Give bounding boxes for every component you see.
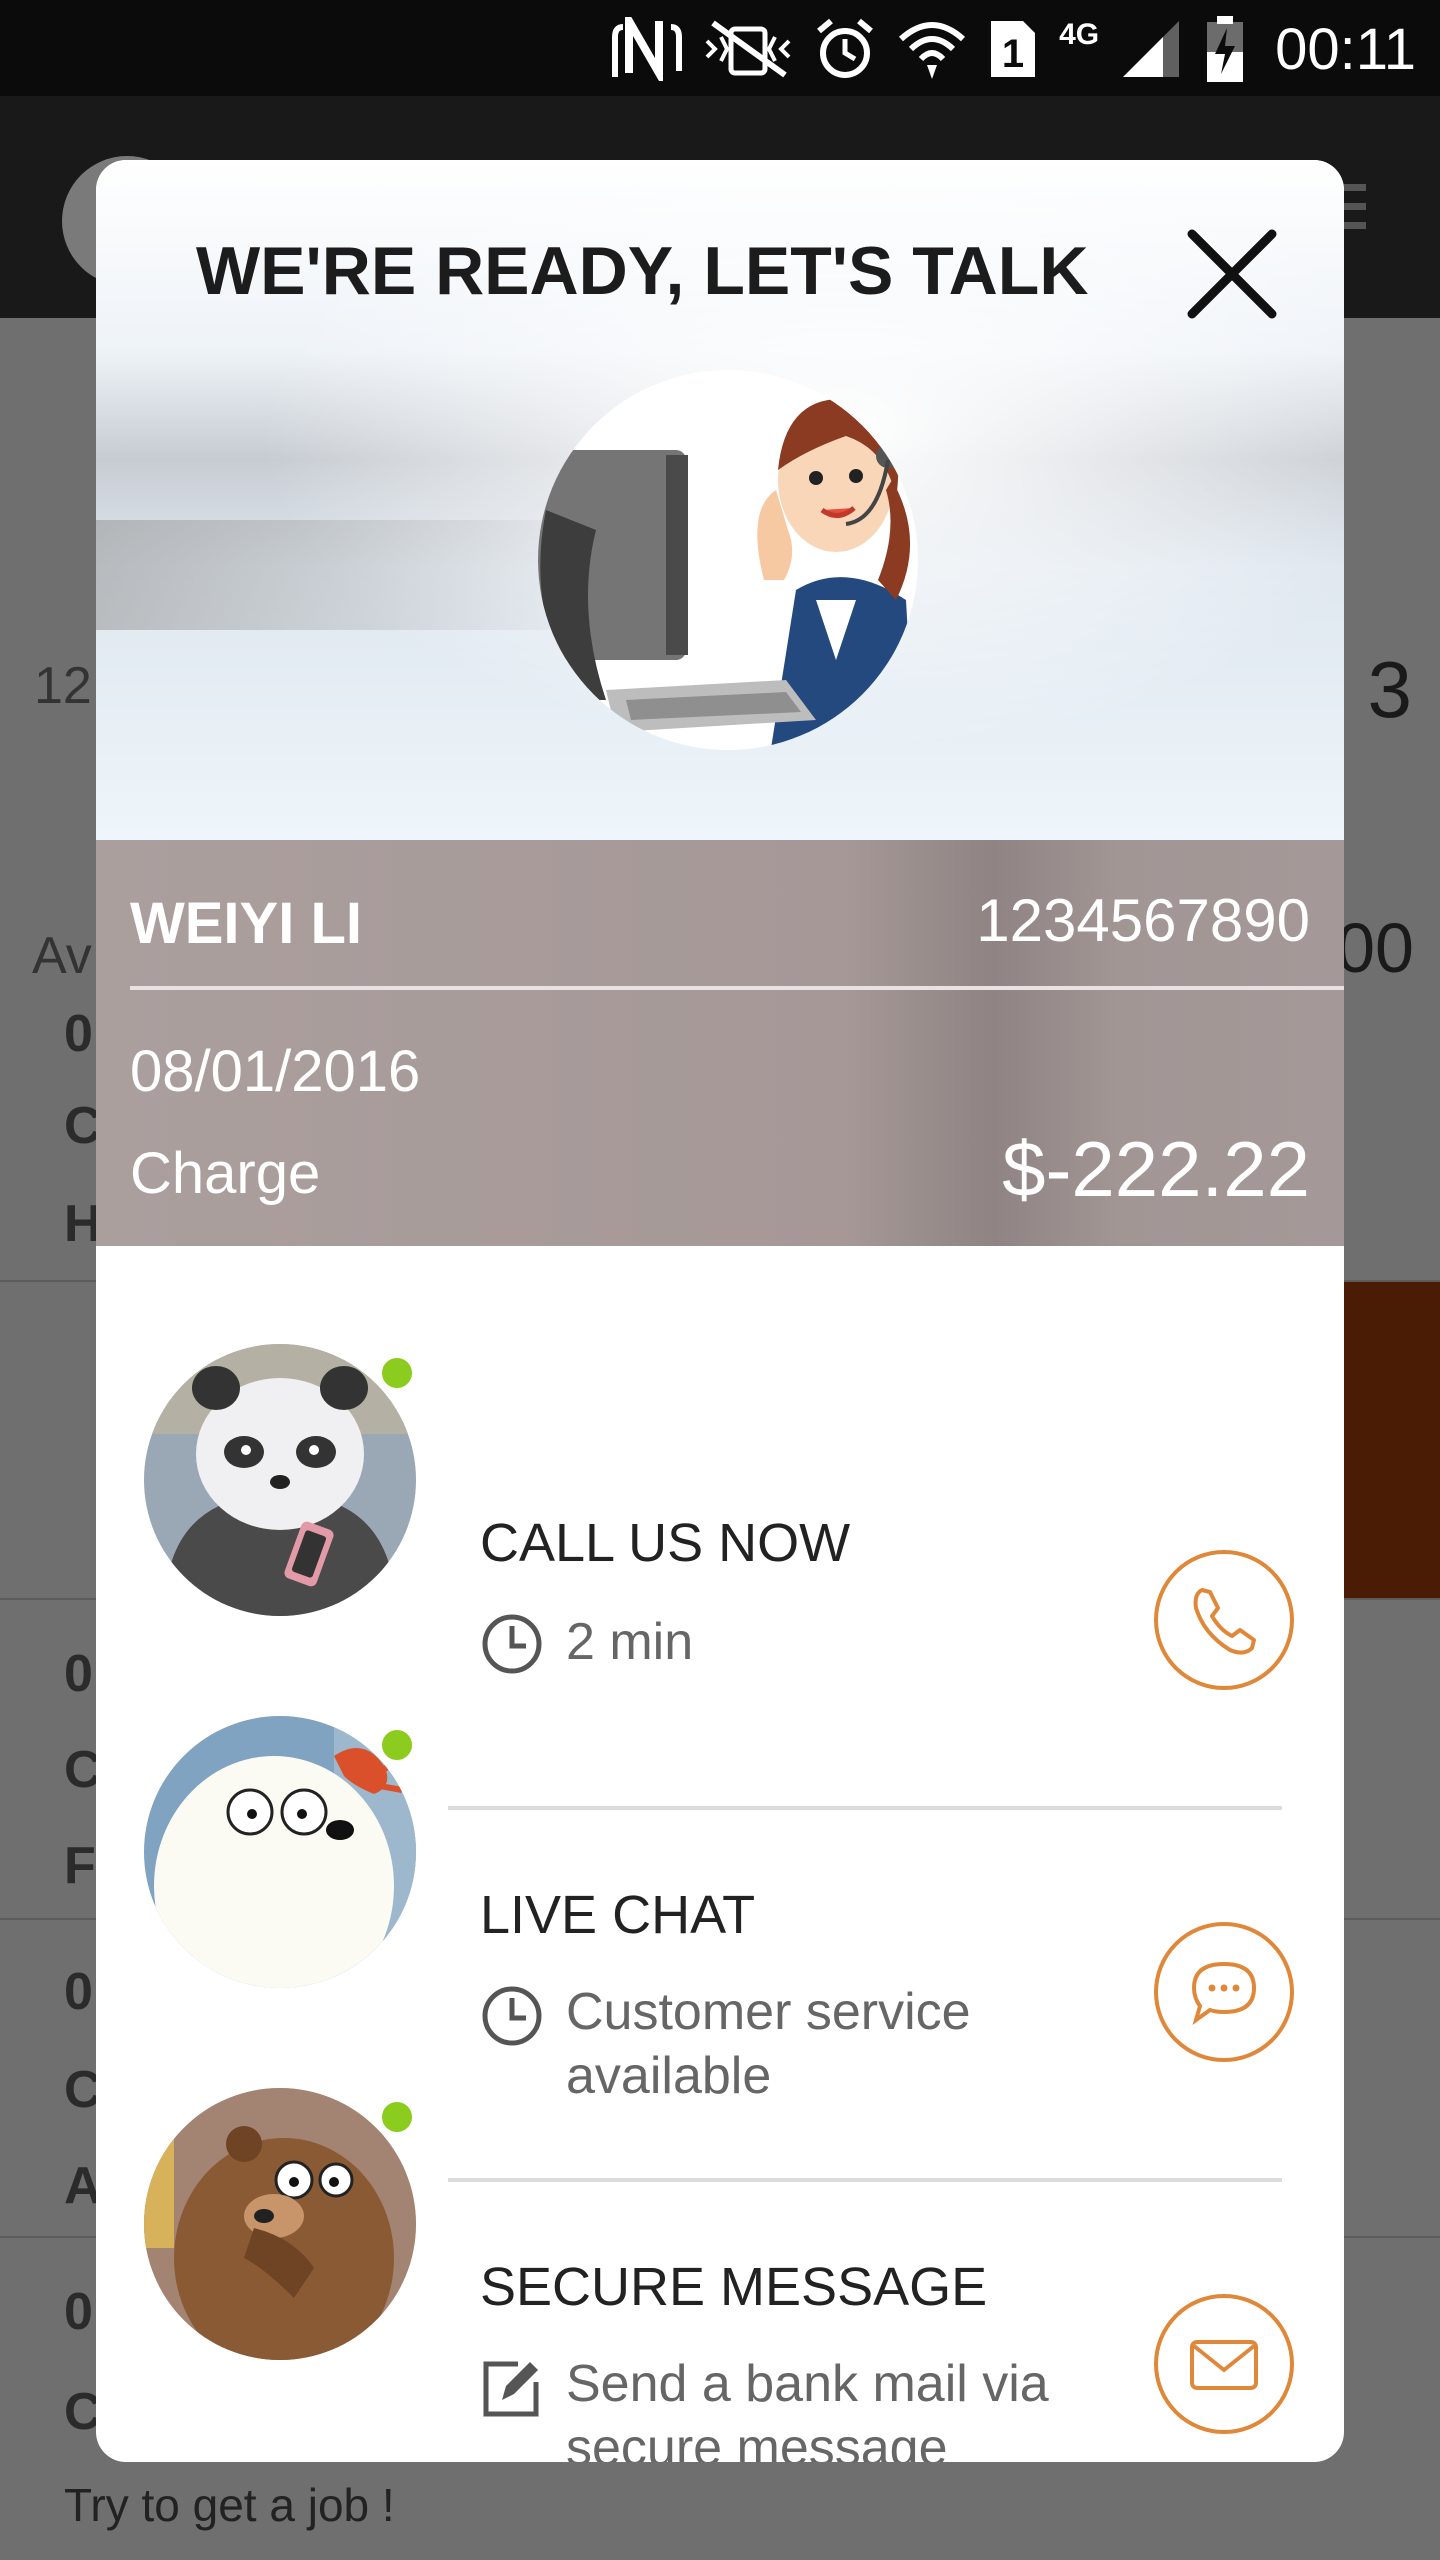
dialog-title: WE'RE READY, LET'S TALK xyxy=(196,233,1089,309)
background-amount-fragment: 00 xyxy=(1336,909,1414,987)
wifi-icon xyxy=(899,22,966,79)
secure-message-option[interactable]: SECURE MESSAGE Send a bank mail via secu… xyxy=(96,2034,1344,2462)
account-summary: WEIYI LI 1234567890 08/01/2016 Charge $-… xyxy=(96,840,1344,1246)
nfc-icon xyxy=(612,17,683,81)
alarm-icon xyxy=(817,18,874,78)
message-button[interactable] xyxy=(1154,2294,1294,2434)
online-status-dot xyxy=(378,2098,416,2136)
background-row-letter: 0 xyxy=(64,1005,93,1063)
customer-service-agent-illustration xyxy=(538,370,918,750)
option-title: SECURE MESSAGE xyxy=(480,2257,988,2317)
battery-icon xyxy=(1207,16,1244,82)
account-divider xyxy=(130,986,1344,990)
live-chat-option[interactable]: LIVE CHAT Customer service available xyxy=(96,1662,1344,2182)
online-status-dot xyxy=(378,1354,416,1392)
background-small-number: 12 xyxy=(34,657,92,715)
background-row-letter: 0 xyxy=(64,2283,93,2341)
background-large-number: 3 xyxy=(1367,645,1413,734)
sim-slot-label: 1 xyxy=(1002,32,1024,76)
background-row-letter: F xyxy=(64,1837,96,1895)
sim-card-icon: 1 xyxy=(991,21,1036,77)
transaction-type: Charge xyxy=(130,1141,321,1206)
option-title: LIVE CHAT xyxy=(480,1885,756,1945)
polar-bear-avatar xyxy=(144,1716,416,1988)
compose-icon xyxy=(483,2361,539,2417)
signal-icon xyxy=(1123,21,1180,77)
online-status-dot xyxy=(378,1726,416,1764)
account-number: 1234567890 xyxy=(976,887,1310,954)
background-row-letter: 0 xyxy=(64,1963,93,2021)
status-bar: 1 4G 00:11 xyxy=(0,0,1440,96)
option-subtitle: Send a bank mail via secure message xyxy=(566,2355,1049,2462)
panda-avatar xyxy=(144,1344,416,1616)
network-type-label: 4G xyxy=(1059,18,1100,51)
background-row-letter: 0 xyxy=(64,1645,93,1703)
transaction-date: 08/01/2016 xyxy=(130,1039,421,1104)
account-holder-name: WEIYI LI xyxy=(130,891,362,956)
vibrate-mute-icon xyxy=(705,20,791,78)
option-title: CALL US NOW xyxy=(480,1513,851,1573)
call-us-option[interactable]: CALL US NOW 2 min xyxy=(96,1290,1344,1810)
transaction-amount: $-222.22 xyxy=(1002,1125,1310,1213)
clock-time: 00:11 xyxy=(1275,16,1416,82)
mail-icon xyxy=(1190,2340,1258,2390)
contact-dialog: WE'RE READY, LET'S TALK WEIYI LI 1234567… xyxy=(96,160,1344,2462)
background-footer-text: Try to get a job ! xyxy=(64,2479,395,2531)
close-icon[interactable] xyxy=(1184,226,1280,322)
brown-bear-avatar xyxy=(144,2088,416,2360)
background-available-label: Av xyxy=(32,927,92,985)
